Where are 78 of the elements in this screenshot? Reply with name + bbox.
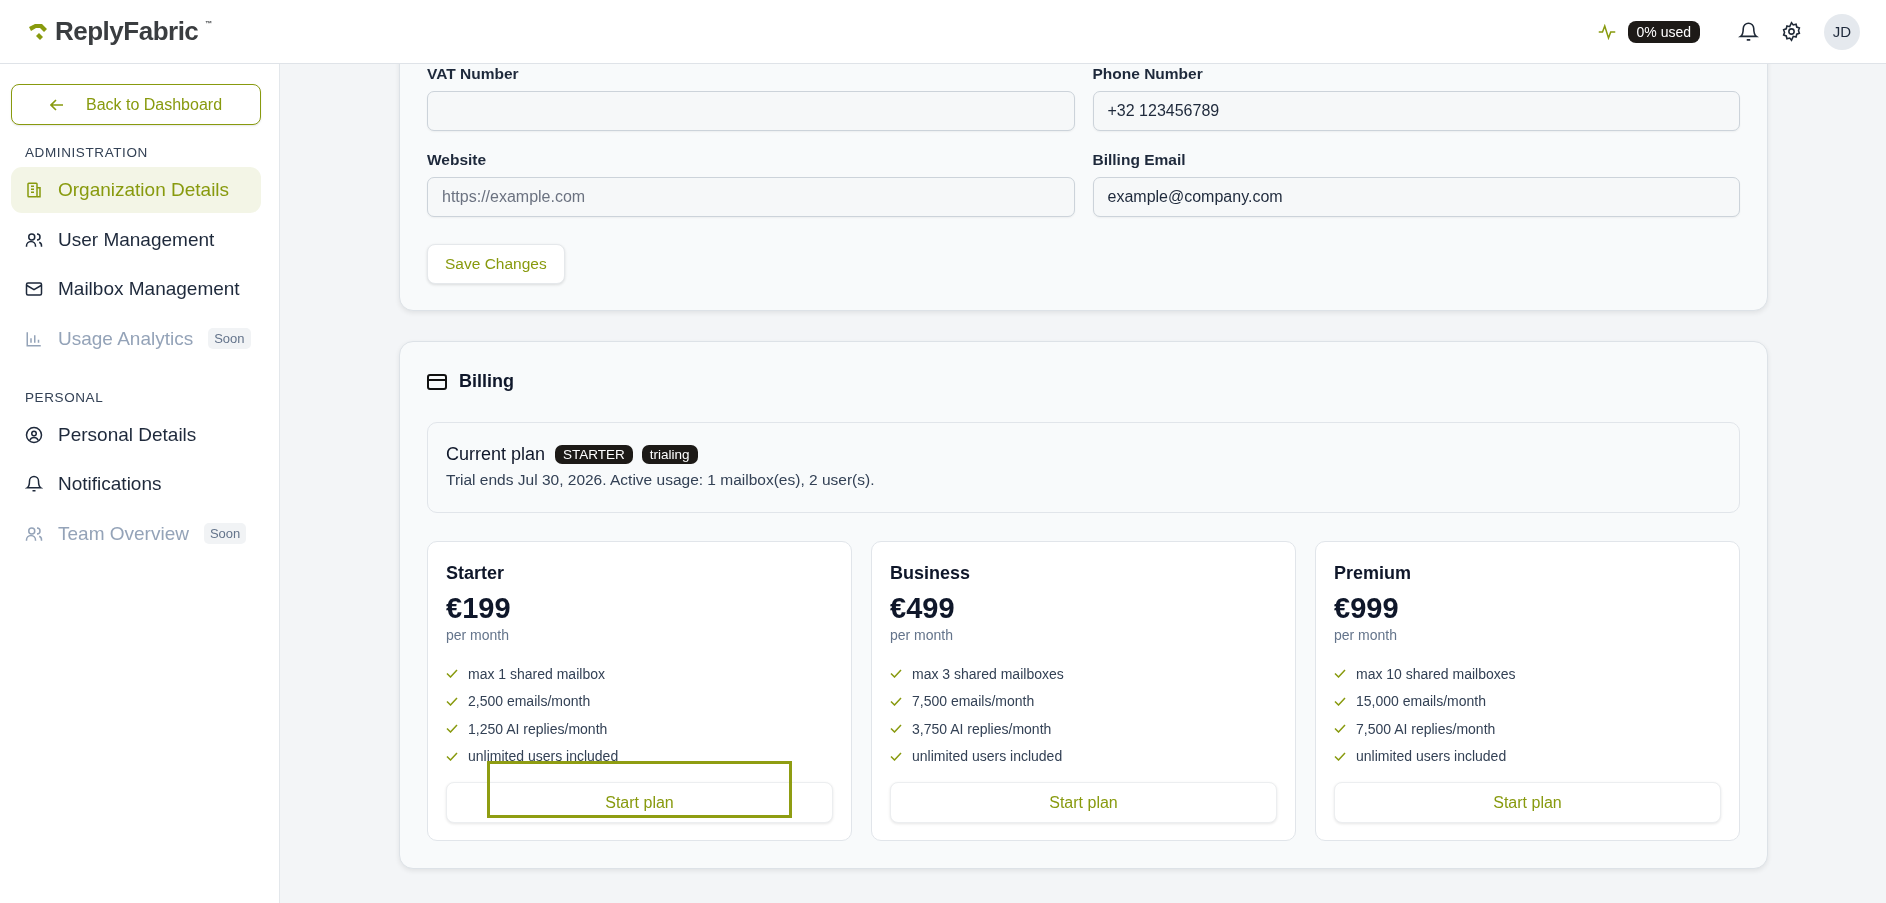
check-icon xyxy=(1334,724,1346,734)
plan-feature: 3,750 AI replies/month xyxy=(912,720,1052,737)
current-plan-label: Current plan xyxy=(446,444,546,465)
billing-title: Billing xyxy=(459,371,514,392)
credit-card-icon xyxy=(427,373,447,390)
billing-period: per month xyxy=(1334,627,1399,643)
start-plan-button[interactable]: Start plan xyxy=(446,782,833,823)
start-plan-button[interactable]: Start plan xyxy=(1334,782,1721,823)
sidebar-item[interactable]: Mailbox Management xyxy=(11,266,261,312)
plan-badge: STARTER xyxy=(555,445,633,464)
input-field[interactable] xyxy=(427,91,1075,131)
mail-icon xyxy=(25,280,43,298)
bell-icon xyxy=(25,475,43,493)
plan-feature: unlimited users included xyxy=(912,748,1063,765)
check-icon xyxy=(1334,751,1346,761)
check-icon xyxy=(890,724,902,734)
start-plan-button[interactable]: Start plan xyxy=(890,782,1277,823)
input-field[interactable]: https://example.com xyxy=(427,177,1075,217)
plan-price: €499 xyxy=(890,592,956,625)
settings-icon xyxy=(1781,21,1802,42)
plan-feature: 15,000 emails/month xyxy=(1356,693,1486,710)
check-icon xyxy=(446,751,458,761)
check-icon xyxy=(1334,669,1346,679)
billing-period: per month xyxy=(890,627,955,643)
soon-badge: Soon xyxy=(208,328,251,349)
save-changes-button[interactable]: Save Changes xyxy=(427,244,565,284)
section-heading: PERSONAL xyxy=(25,389,105,405)
field-label: VAT Number xyxy=(427,65,520,83)
bar-chart-icon xyxy=(25,329,43,348)
sidebar-item[interactable]: Notifications xyxy=(11,461,261,507)
users-icon xyxy=(25,230,43,249)
plan-feature: 2,500 emails/month xyxy=(468,693,591,710)
check-icon xyxy=(446,724,458,734)
notifications-button[interactable] xyxy=(1738,20,1759,43)
plan-feature: max 1 shared mailbox xyxy=(468,665,605,682)
plan-name: Premium xyxy=(1334,563,1413,584)
check-icon xyxy=(890,696,902,706)
check-icon xyxy=(446,696,458,706)
sidebar-item[interactable]: Organization Details xyxy=(11,167,261,213)
plan-feature: unlimited users included xyxy=(1356,748,1507,765)
plan-feature: 7,500 AI replies/month xyxy=(1356,720,1496,737)
field-label: Website xyxy=(427,151,488,169)
trial-note: Trial ends Jul 30, 2026. Active usage: 1 mailbox(es), 2 user(s). xyxy=(446,471,876,489)
brand-name: ReplyFabric xyxy=(55,16,199,47)
plan-feature: 7,500 emails/month xyxy=(912,693,1035,710)
sidebar-item[interactable]: Personal Details xyxy=(11,411,261,458)
plan-name: Business xyxy=(890,563,972,584)
input-field[interactable]: example@company.com xyxy=(1092,177,1740,217)
soon-badge: Soon xyxy=(203,523,247,544)
plan-feature: 1,250 AI replies/month xyxy=(468,720,608,737)
plan-name: Starter xyxy=(446,563,506,584)
sidebar-item[interactable]: User Management xyxy=(11,216,261,263)
check-icon xyxy=(1334,696,1346,706)
billing-period: per month xyxy=(446,627,511,643)
user-avatar[interactable]: JD xyxy=(1824,13,1860,50)
check-icon xyxy=(890,669,902,679)
plan-feature: max 3 shared mailboxes xyxy=(912,665,1064,682)
input-field[interactable]: +32 123456789 xyxy=(1092,91,1740,131)
building-icon xyxy=(25,181,43,199)
arrow-left-icon xyxy=(49,98,64,111)
plan-price: €999 xyxy=(1334,592,1400,625)
section-heading: ADMINISTRATION xyxy=(25,145,149,160)
check-icon xyxy=(446,669,458,679)
bell-icon xyxy=(1738,20,1759,43)
check-icon xyxy=(890,751,902,761)
plan-feature: unlimited users included xyxy=(468,748,619,765)
plan-badge: trialing xyxy=(641,445,698,464)
user-circle-icon xyxy=(25,425,43,444)
settings-button[interactable] xyxy=(1781,21,1802,42)
activity-icon xyxy=(1597,23,1616,40)
plan-price: €199 xyxy=(446,592,512,625)
logo-icon xyxy=(28,22,48,41)
users-icon xyxy=(25,524,43,543)
usage-badge: 0% used xyxy=(1627,20,1700,43)
back-to-dashboard-button[interactable]: Back to Dashboard xyxy=(11,84,261,125)
field-label: Phone Number xyxy=(1092,65,1204,83)
plan-feature: max 10 shared mailboxes xyxy=(1356,665,1516,682)
field-label: Billing Email xyxy=(1092,151,1187,169)
